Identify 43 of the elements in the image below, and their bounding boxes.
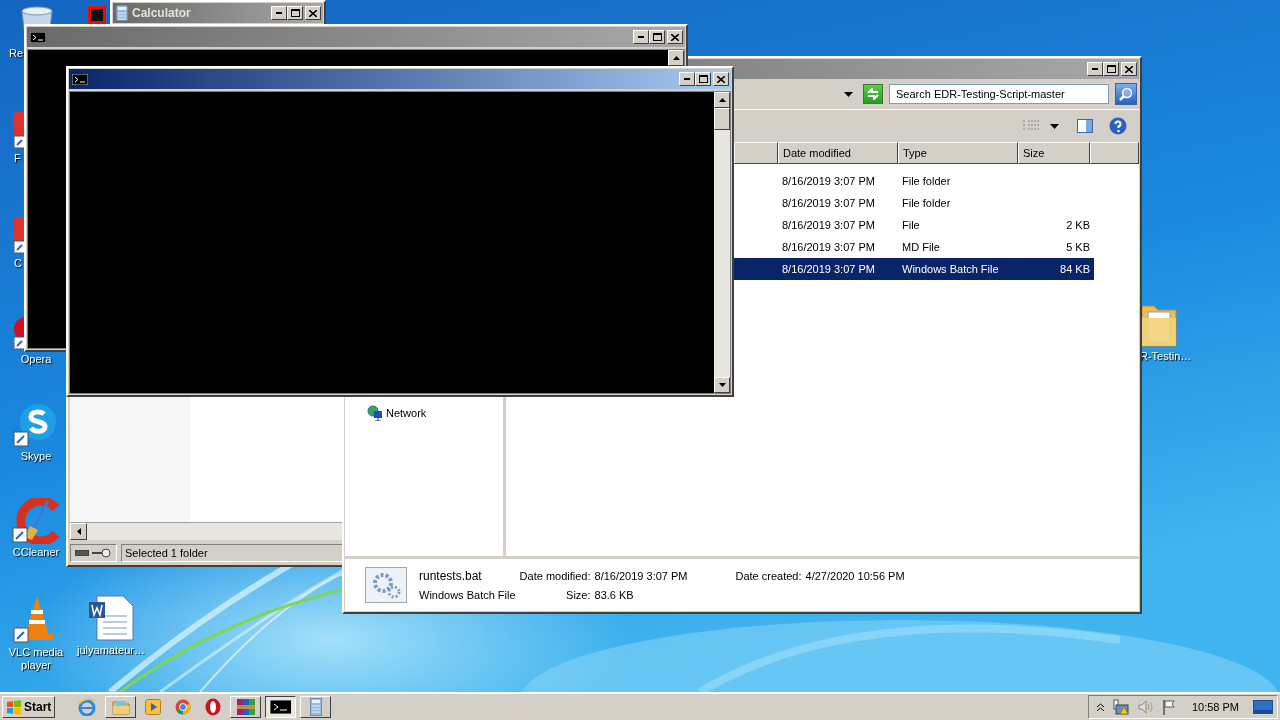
table-cell-text: 8/16/2019 3:07 PM: [781, 197, 876, 209]
start-button[interactable]: Start: [2, 696, 56, 718]
table-cell-text: 8/16/2019 3:07 PM: [781, 241, 876, 253]
clock: 10:58 PM: [1191, 701, 1239, 713]
column-header[interactable]: Size: [1018, 142, 1090, 164]
search-field[interactable]: Search EDR-Testing-Script-master: [889, 84, 1109, 104]
column-header[interactable]: Date modified: [778, 142, 898, 164]
column-header[interactable]: Type: [898, 142, 1018, 164]
file-type: Windows Batch File: [419, 589, 516, 601]
icon-label: F: [14, 152, 21, 165]
table-cell-text: 84 KB: [1059, 263, 1090, 275]
icon-label: Opera: [20, 353, 52, 366]
icon-label: Skype: [20, 450, 52, 463]
table-cell-text: MD File: [901, 241, 941, 253]
nav-item[interactable]: Network: [365, 404, 429, 422]
detail-value: 83.6 KB: [594, 589, 635, 601]
detail-label: Date created:: [735, 570, 802, 582]
selected-row[interactable]: 8/16/2019 3:07 PM Windows Batch File 84 KB: [734, 258, 1094, 280]
table-cell-text: Windows Batch File: [901, 263, 1000, 275]
file-name: runtests.bat: [419, 569, 483, 583]
icon-label: R-Testin…: [1140, 350, 1192, 363]
icon-label: julyamateur…: [77, 644, 145, 657]
table-cell-text: 5 KB: [1065, 241, 1090, 253]
file-row[interactable]: 8/16/2019 3:07 PM File 2 KB: [734, 214, 1094, 236]
table-cell-text: File folder: [901, 197, 952, 209]
detail-label: Date modified:: [519, 570, 591, 582]
file-row[interactable]: 8/16/2019 3:07 PM MD File 5 KB: [734, 236, 1094, 258]
table-cell-text: 8/16/2019 3:07 PM: [781, 263, 876, 275]
icon-label: Re: [9, 47, 24, 60]
detail-value: 8/16/2019 3:07 PM: [594, 570, 688, 582]
icon-label: VLC media player: [7, 646, 65, 672]
table-cell-text: File folder: [901, 175, 952, 187]
icon-label: C: [14, 257, 22, 270]
file-row[interactable]: 8/16/2019 3:07 PM File folder: [734, 192, 1094, 214]
table-cell-text: 2 KB: [1065, 219, 1090, 231]
file-row[interactable]: 8/16/2019 3:07 PM File folder: [734, 170, 1094, 192]
detail-value: 4/27/2020 10:56 PM: [805, 570, 905, 582]
window-title: Calculator: [132, 6, 192, 20]
icon-label: CCleaner: [12, 546, 60, 559]
table-cell-text: 8/16/2019 3:07 PM: [781, 175, 876, 187]
table-cell-text: File: [901, 219, 921, 231]
table-cell-text: 8/16/2019 3:07 PM: [781, 219, 876, 231]
detail-label: Size:: [565, 589, 591, 601]
